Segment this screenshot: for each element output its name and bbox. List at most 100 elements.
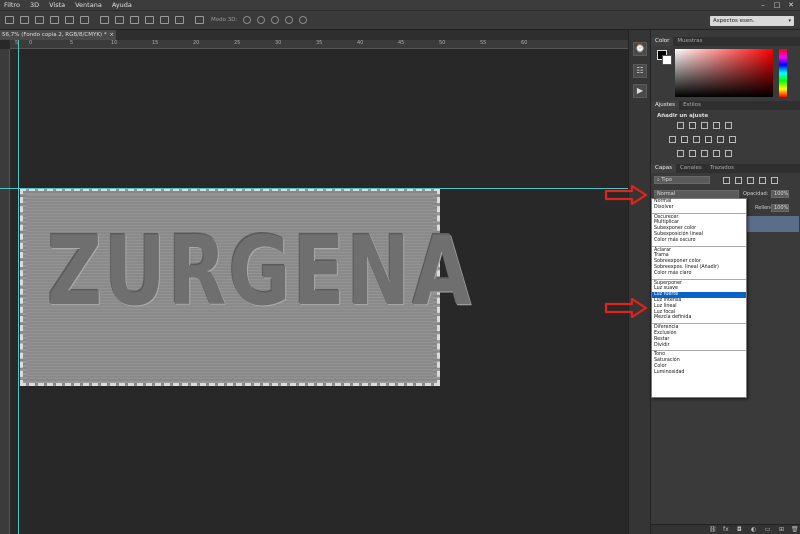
roll-3d-icon[interactable] bbox=[257, 16, 265, 24]
threshold-icon[interactable] bbox=[701, 150, 708, 157]
menu-vista[interactable]: Vista bbox=[49, 1, 65, 9]
align-middle-icon[interactable] bbox=[20, 16, 29, 24]
close-window-button[interactable]: ✕ bbox=[784, 0, 798, 10]
layers-bottom-bar: ⛓ fx ◘ ◐ ▭ ⊞ 🗑 bbox=[651, 524, 800, 534]
distribute-right-icon[interactable] bbox=[175, 16, 184, 24]
filter-smart-object-icon[interactable] bbox=[771, 177, 778, 184]
menu-bar: Filtro 3D Vista Ventana Ayuda bbox=[0, 0, 800, 11]
layer-kind-value: Tipo bbox=[661, 177, 672, 183]
guide-vertical[interactable] bbox=[18, 40, 19, 534]
curves-icon[interactable] bbox=[701, 122, 708, 129]
divider bbox=[652, 348, 746, 352]
menu-ventana[interactable]: Ventana bbox=[75, 1, 102, 9]
rotate-3d-icon[interactable] bbox=[243, 16, 251, 24]
slide-3d-icon[interactable] bbox=[285, 16, 293, 24]
distribute-top-icon[interactable] bbox=[100, 16, 109, 24]
properties-icon[interactable]: ☷ bbox=[633, 64, 647, 78]
distribute-middle-icon[interactable] bbox=[115, 16, 124, 24]
maximize-button[interactable]: □ bbox=[770, 0, 784, 10]
adjustments-panel-tabs: Ajustes Estilos bbox=[651, 101, 800, 110]
menu-ayuda[interactable]: Ayuda bbox=[112, 1, 132, 9]
tab-ajustes[interactable]: Ajustes bbox=[651, 101, 680, 110]
align-left-icon[interactable] bbox=[50, 16, 59, 24]
background-swatch[interactable] bbox=[662, 55, 672, 65]
opacity-field[interactable]: 100% bbox=[771, 190, 789, 198]
image-content: ZURGENA bbox=[27, 195, 471, 379]
tab-capas[interactable]: Capas bbox=[651, 164, 676, 173]
mask-icon[interactable]: ◘ bbox=[737, 526, 742, 533]
color-lookup-icon[interactable] bbox=[729, 136, 736, 143]
ruler-vertical[interactable] bbox=[0, 49, 10, 534]
tab-canales[interactable]: Canales bbox=[676, 164, 706, 173]
foreground-background-swatches[interactable] bbox=[657, 50, 673, 66]
blend-mode-option[interactable]: Luminosidad bbox=[652, 370, 746, 376]
ruler-tick-label: 15 bbox=[152, 40, 159, 46]
adjustment-icon[interactable]: ◐ bbox=[751, 526, 756, 533]
workspace-select[interactable]: Aspectos esen. ▾ bbox=[710, 16, 794, 26]
trash-icon[interactable]: 🗑 bbox=[791, 526, 799, 533]
align-bottom-icon[interactable] bbox=[35, 16, 44, 24]
document-tab-bar: 56,7% (Fondo copia 2, RGB/8/CMYK) * × bbox=[0, 30, 628, 40]
invert-icon[interactable] bbox=[677, 150, 684, 157]
gradient-map-icon[interactable] bbox=[713, 150, 720, 157]
color-balance-icon[interactable] bbox=[681, 136, 688, 143]
align-center-icon[interactable] bbox=[65, 16, 74, 24]
opacity-label: Opacidad: bbox=[743, 191, 769, 197]
ruler-tick-label: 30 bbox=[275, 40, 282, 46]
auto-align-icon[interactable] bbox=[195, 16, 204, 24]
filter-type-icon[interactable] bbox=[747, 177, 754, 184]
hue-saturation-icon[interactable] bbox=[669, 136, 676, 143]
drag-3d-icon[interactable] bbox=[271, 16, 279, 24]
document-tab[interactable]: 56,7% (Fondo copia 2, RGB/8/CMYK) * × bbox=[0, 30, 116, 40]
brightness-icon[interactable] bbox=[677, 122, 684, 129]
hue-slider[interactable] bbox=[779, 49, 787, 97]
tab-muestras[interactable]: Muestras bbox=[673, 37, 706, 46]
window-controls: – □ ✕ bbox=[756, 0, 798, 10]
align-right-icon[interactable] bbox=[80, 16, 89, 24]
layer-kind-filter[interactable]: ⌕ Tipo bbox=[654, 176, 710, 184]
black-white-icon[interactable] bbox=[693, 136, 700, 143]
divider bbox=[652, 211, 746, 215]
distribute-left-icon[interactable] bbox=[145, 16, 154, 24]
filter-shape-icon[interactable] bbox=[759, 177, 766, 184]
history-icon[interactable]: ⌚ bbox=[633, 42, 647, 56]
scale-3d-icon[interactable] bbox=[299, 16, 307, 24]
ruler-tick-label: 20 bbox=[193, 40, 200, 46]
distribute-center-icon[interactable] bbox=[160, 16, 169, 24]
link-icon[interactable]: ⛓ bbox=[709, 526, 717, 533]
distribute-bottom-icon[interactable] bbox=[130, 16, 139, 24]
ruler-tick-label: 45 bbox=[398, 40, 405, 46]
panel-dock-icons: ⌚ ☷ ▶ bbox=[628, 30, 650, 534]
fx-icon[interactable]: fx bbox=[723, 526, 729, 533]
tab-color[interactable]: Color bbox=[651, 37, 674, 46]
actions-icon[interactable]: ▶ bbox=[633, 84, 647, 98]
minimize-button[interactable]: – bbox=[756, 0, 770, 10]
fill-field[interactable]: 100% bbox=[771, 204, 789, 212]
align-top-icon[interactable] bbox=[5, 16, 14, 24]
channel-mixer-icon[interactable] bbox=[717, 136, 724, 143]
ruler-tick-label: 60 bbox=[521, 40, 528, 46]
exposure-icon[interactable] bbox=[713, 122, 720, 129]
guide-horizontal[interactable] bbox=[0, 188, 628, 189]
document-image[interactable]: ZURGENA bbox=[20, 188, 471, 386]
folder-icon[interactable]: ▭ bbox=[765, 526, 771, 533]
color-field[interactable] bbox=[675, 49, 773, 97]
levels-icon[interactable] bbox=[689, 122, 696, 129]
color-panel-tabs: Color Muestras bbox=[651, 37, 800, 46]
vibrance-icon[interactable] bbox=[725, 122, 732, 129]
annotation-arrow-icon bbox=[604, 185, 648, 205]
menu-filtro[interactable]: Filtro bbox=[4, 1, 20, 9]
selective-color-icon[interactable] bbox=[725, 150, 732, 157]
filter-adjustment-icon[interactable] bbox=[735, 177, 742, 184]
tab-trazados[interactable]: Trazados bbox=[706, 164, 738, 173]
tab-estilos[interactable]: Estilos bbox=[679, 101, 705, 110]
filter-pixel-icon[interactable] bbox=[723, 177, 730, 184]
chevron-down-icon: ▾ bbox=[788, 18, 791, 24]
blend-mode-select[interactable]: Normal bbox=[654, 190, 739, 198]
new-layer-icon[interactable]: ⊞ bbox=[779, 526, 784, 533]
ruler-horizontal[interactable]: 5 0 5 10 15 20 25 30 35 40 45 50 55 60 bbox=[10, 40, 628, 49]
photo-filter-icon[interactable] bbox=[705, 136, 712, 143]
close-icon[interactable]: × bbox=[109, 30, 114, 40]
posterize-icon[interactable] bbox=[689, 150, 696, 157]
menu-3d[interactable]: 3D bbox=[30, 1, 39, 9]
